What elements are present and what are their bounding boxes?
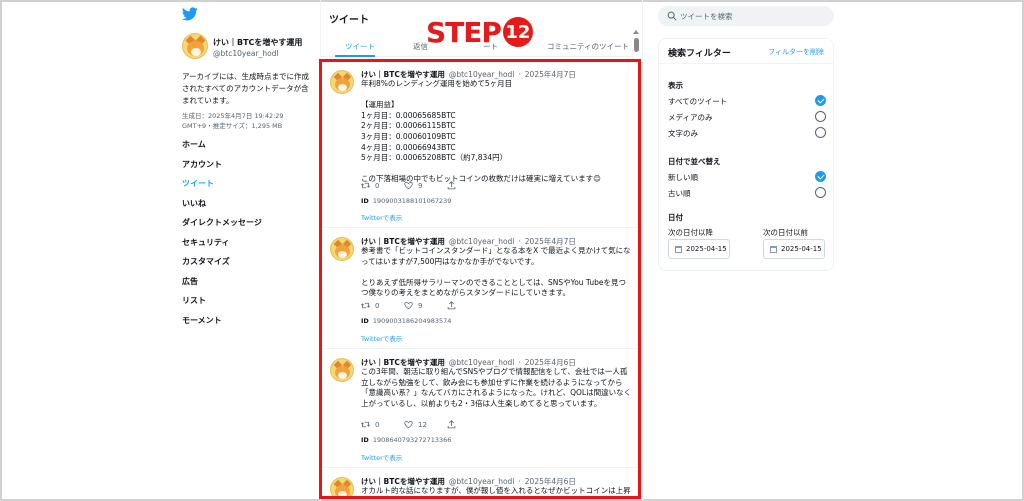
sidebar-item-moments[interactable]: モーメント [182, 315, 302, 335]
date-to-label: 次の日付以前 [763, 228, 808, 237]
date-from-label: 次の日付以降 [668, 228, 713, 237]
radio-checked-icon[interactable] [815, 95, 826, 106]
tab-tweets[interactable]: ツイート [345, 41, 375, 52]
left-sidebar: けい｜BTCを増やす運用 @btc10year_hodl アーカイブには、生成時… [177, 0, 309, 501]
tab-community-tweets[interactable]: コミュニティのツイート [547, 41, 629, 52]
search-bar[interactable] [658, 6, 834, 26]
sort-section-title: 日付で並べ替え [668, 157, 721, 166]
sidebar-item-customize[interactable]: カスタマイズ [182, 256, 302, 276]
archive-generated-info: 生成日：2025年4月7日 19:42:29 GMT+9・推定サイズ：1,295… [182, 112, 284, 130]
sidebar-item-account[interactable]: アカウント [182, 159, 302, 179]
avatar [182, 33, 208, 59]
step-label: STEP [426, 15, 502, 49]
option-label: 古い順 [668, 189, 691, 198]
search-icon [667, 11, 677, 21]
option-label: すべてのツイート [668, 97, 728, 106]
display-option-all[interactable]: すべてのツイート [668, 95, 826, 107]
archive-note: アーカイブには、生成時点までに作成されたすべてのアカウントデータが含まれています… [182, 72, 310, 105]
radio-icon[interactable] [815, 187, 826, 198]
step-number: 12 [502, 17, 533, 47]
account-card[interactable]: けい｜BTCを増やす運用 @btc10year_hodl [182, 33, 308, 63]
calendar-icon [770, 246, 777, 253]
radio-icon[interactable] [815, 111, 826, 122]
sidebar-item-lists[interactable]: リスト [182, 295, 302, 315]
option-label: 文字のみ [668, 129, 698, 138]
radio-icon[interactable] [815, 127, 826, 138]
date-from-input[interactable]: 2025-04-15 [668, 239, 730, 259]
active-tab-indicator [335, 55, 375, 57]
sidebar-item-security[interactable]: セキュリティ [182, 237, 302, 257]
sidebar-item-likes[interactable]: いいね [182, 198, 302, 218]
sort-option-newest[interactable]: 新しい順 [668, 171, 826, 183]
search-input[interactable] [680, 9, 830, 23]
sidebar-item-home[interactable]: ホーム [182, 139, 302, 159]
calendar-icon [675, 246, 682, 253]
scrollbar-thumb[interactable] [634, 38, 639, 52]
account-name: けい｜BTCを増やす運用 [213, 38, 303, 47]
display-option-text[interactable]: 文字のみ [668, 127, 826, 139]
date-to-input[interactable]: 2025-04-15 [763, 239, 825, 259]
sidebar-item-direct-messages[interactable]: ダイレクトメッセージ [182, 217, 302, 237]
date-section-title: 日付 [668, 213, 683, 222]
sort-option-oldest[interactable]: 古い順 [668, 187, 826, 199]
sidebar-item-ads[interactable]: 広告 [182, 276, 302, 296]
step-banner: STEP 12 [426, 15, 533, 49]
date-to-value: 2025-04-15 [781, 245, 822, 253]
display-section-title: 表示 [668, 81, 683, 90]
filter-title: 検索フィルター [668, 49, 731, 59]
twitter-bird-icon[interactable] [182, 7, 198, 21]
radio-checked-icon[interactable] [815, 171, 826, 182]
sidebar-item-tweets[interactable]: ツイート [182, 178, 302, 198]
account-handle: @btc10year_hodl [213, 49, 279, 58]
scroll-up-icon[interactable] [633, 30, 639, 34]
display-option-media[interactable]: メディアのみ [668, 111, 826, 123]
option-label: 新しい順 [668, 173, 698, 182]
page-title: ツイート [329, 15, 369, 26]
search-filter-panel: 検索フィルター フィルターを削除 表示 すべてのツイート メディアのみ 文字のみ… [658, 38, 834, 271]
sidebar-nav: ホーム アカウント ツイート いいね ダイレクトメッセージ セキュリティ カスタ… [182, 139, 302, 334]
date-from-value: 2025-04-15 [686, 245, 727, 253]
highlight-box [319, 59, 641, 499]
option-label: メディアのみ [668, 113, 713, 122]
clear-filters-link[interactable]: フィルターを削除 [768, 47, 824, 57]
filter-header: 検索フィルター フィルターを削除 [659, 39, 833, 64]
